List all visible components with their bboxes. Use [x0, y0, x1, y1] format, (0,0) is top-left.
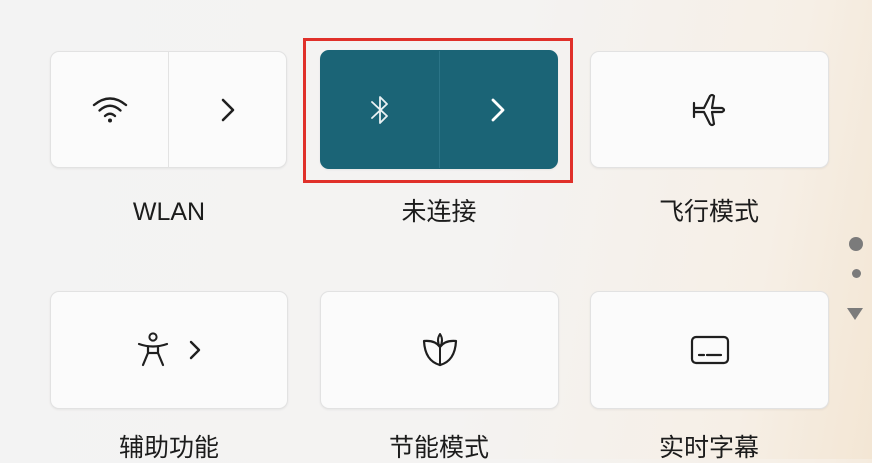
- page-indicator-dot[interactable]: [852, 269, 861, 278]
- energy-saver-tile[interactable]: [320, 291, 559, 409]
- accessibility-tile[interactable]: [50, 291, 288, 409]
- airplane-icon: [692, 93, 725, 126]
- airplane-mode-label: 飞行模式: [658, 198, 759, 226]
- accessibility-icon: [137, 332, 169, 367]
- bluetooth-label: 未连接: [401, 198, 477, 226]
- airplane-mode-tile[interactable]: [590, 51, 829, 168]
- wlan-tile[interactable]: [50, 51, 287, 168]
- page-down-icon[interactable]: [846, 307, 864, 321]
- wlan-label: WLAN: [132, 198, 206, 226]
- leaf-icon: [422, 333, 457, 367]
- wlan-toggle[interactable]: [51, 52, 169, 167]
- wlan-expand-button[interactable]: [169, 52, 286, 167]
- wifi-icon: [92, 96, 127, 122]
- chevron-right-icon[interactable]: [188, 339, 202, 361]
- page-indicator-dot-active[interactable]: [849, 237, 863, 251]
- chevron-right-icon: [221, 98, 234, 121]
- captions-icon: [690, 335, 729, 365]
- highlight-box: [303, 38, 573, 183]
- live-captions-tile[interactable]: [590, 291, 829, 409]
